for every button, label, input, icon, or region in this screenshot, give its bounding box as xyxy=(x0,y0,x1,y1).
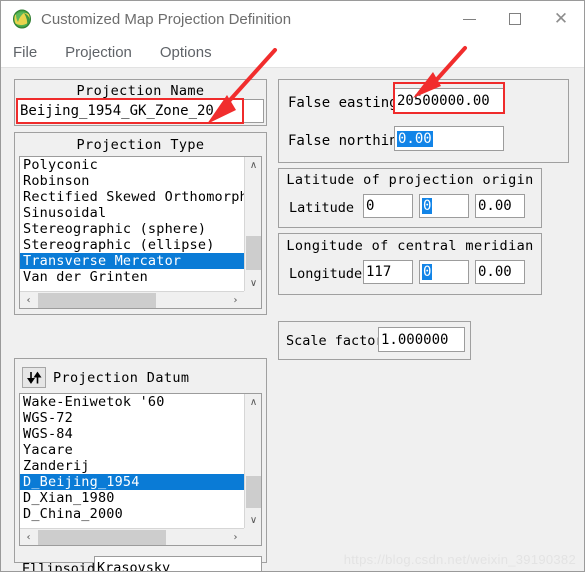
longitude-meridian-group-title: Longitude of central meridian xyxy=(286,238,534,254)
false-easting-input[interactable]: 20500000.00 xyxy=(394,88,504,113)
latitude-minutes-input[interactable]: 0 xyxy=(419,194,469,218)
minimize-button[interactable] xyxy=(446,1,492,37)
longitude-seconds-input[interactable]: 0.00 xyxy=(475,260,525,284)
projection-type-items: Polyconic Robinson Rectified Skewed Orth… xyxy=(20,157,244,291)
vertical-scroll-thumb[interactable] xyxy=(246,236,261,270)
scroll-up-icon[interactable]: ∧ xyxy=(245,394,261,410)
scroll-left-icon[interactable]: ‹ xyxy=(20,529,37,545)
false-northing-selected-text: 0.00 xyxy=(397,130,433,147)
horizontal-scroll-thumb[interactable] xyxy=(38,530,166,545)
latitude-origin-group-title: Latitude of projection origin xyxy=(286,172,534,188)
false-northing-input[interactable]: 0.00 xyxy=(394,126,504,151)
projection-datum-listbox[interactable]: Wake-Eniwetok '60 WGS-72 WGS-84 Yacare Z… xyxy=(19,393,262,546)
list-item[interactable]: Wake-Eniwetok '60 xyxy=(20,394,244,410)
latitude-minutes-selected-text: 0 xyxy=(422,198,433,214)
list-item[interactable]: D_China_2000 xyxy=(20,506,244,522)
menu-bar: File Projection Options xyxy=(1,37,584,68)
scrollbar-corner xyxy=(244,528,261,545)
list-item[interactable]: D_Xian_1980 xyxy=(20,490,244,506)
client-area: Projection Name Beijing_1954_GK_Zone_20 … xyxy=(1,46,584,572)
ellipsoid-input[interactable]: Krasovsky xyxy=(94,556,262,571)
projection-datum-group-title: Projection Datum xyxy=(53,370,190,386)
menu-item-options[interactable]: Options xyxy=(158,42,214,63)
scroll-down-icon[interactable]: ∨ xyxy=(245,512,261,528)
longitude-degrees-input[interactable]: 117 xyxy=(363,260,413,284)
list-item[interactable]: Van der Grinten xyxy=(20,269,244,285)
title-bar: Customized Map Projection Definition ✕ xyxy=(1,1,584,37)
projection-name-group-title: Projection Name xyxy=(76,83,205,99)
list-item[interactable]: Robinson xyxy=(20,173,244,189)
window-title: Customized Map Projection Definition xyxy=(41,10,292,28)
sort-down-up-icon[interactable] xyxy=(22,367,46,388)
projection-type-group-title: Projection Type xyxy=(76,137,205,153)
longitude-field-label: Longitude xyxy=(289,266,363,282)
scroll-left-icon[interactable]: ‹ xyxy=(20,292,37,308)
projection-datum-vertical-scrollbar[interactable]: ∧ ∨ xyxy=(244,394,261,528)
scale-factor-input[interactable]: 1.000000 xyxy=(378,327,465,352)
list-item[interactable]: WGS-72 xyxy=(20,410,244,426)
false-easting-label: False easting xyxy=(288,95,398,111)
latitude-field-label: Latitude xyxy=(289,200,355,216)
watermark-text: https://blog.csdn.net/weixin_39190382 xyxy=(343,552,576,567)
minimize-icon xyxy=(462,18,476,20)
scroll-right-icon[interactable]: › xyxy=(227,529,244,545)
menu-item-projection[interactable]: Projection xyxy=(63,42,134,63)
horizontal-scroll-thumb[interactable] xyxy=(38,293,156,308)
projection-type-listbox[interactable]: Polyconic Robinson Rectified Skewed Orth… xyxy=(19,156,262,309)
close-icon: ✕ xyxy=(553,8,569,29)
scroll-up-icon[interactable]: ∧ xyxy=(245,157,261,173)
list-item[interactable]: Polyconic xyxy=(20,157,244,173)
scrollbar-corner xyxy=(244,291,261,308)
scroll-down-icon[interactable]: ∨ xyxy=(245,275,261,291)
longitude-minutes-input[interactable]: 0 xyxy=(419,260,469,284)
menu-item-file[interactable]: File xyxy=(11,42,39,63)
ellipsoid-label: Ellipsoid xyxy=(22,561,96,572)
projection-type-horizontal-scrollbar[interactable]: ‹ › xyxy=(20,291,244,308)
vertical-scroll-thumb[interactable] xyxy=(246,476,261,508)
list-item[interactable]: Sinusoidal xyxy=(20,205,244,221)
latitude-seconds-input[interactable]: 0.00 xyxy=(475,194,525,218)
projection-datum-items: Wake-Eniwetok '60 WGS-72 WGS-84 Yacare Z… xyxy=(20,394,244,528)
list-item-selected[interactable]: Transverse Mercator xyxy=(20,253,244,269)
close-button[interactable]: ✕ xyxy=(538,1,584,37)
application-window: Customized Map Projection Definition ✕ F… xyxy=(0,0,585,572)
false-northing-label: False northing xyxy=(288,133,407,149)
list-item[interactable]: Zanderij xyxy=(20,458,244,474)
projection-type-vertical-scrollbar[interactable]: ∧ ∨ xyxy=(244,157,261,291)
list-item[interactable]: Rectified Skewed Orthomorphi xyxy=(20,189,244,205)
list-item[interactable]: Stereographic (ellipse) xyxy=(20,237,244,253)
maximize-button[interactable] xyxy=(492,1,538,37)
projection-name-input[interactable]: Beijing_1954_GK_Zone_20 xyxy=(17,99,264,123)
window-controls: ✕ xyxy=(446,1,584,37)
scroll-right-icon[interactable]: › xyxy=(227,292,244,308)
longitude-minutes-selected-text: 0 xyxy=(422,264,433,280)
projection-datum-horizontal-scrollbar[interactable]: ‹ › xyxy=(20,528,244,545)
list-item-selected[interactable]: D_Beijing_1954 xyxy=(20,474,244,490)
maximize-icon xyxy=(509,13,521,25)
scale-factor-label: Scale factor xyxy=(286,333,384,349)
globe-icon xyxy=(11,8,33,30)
latitude-degrees-input[interactable]: 0 xyxy=(363,194,413,218)
list-item[interactable]: Stereographic (sphere) xyxy=(20,221,244,237)
list-item[interactable]: WGS-84 xyxy=(20,426,244,442)
list-item[interactable]: Yacare xyxy=(20,442,244,458)
